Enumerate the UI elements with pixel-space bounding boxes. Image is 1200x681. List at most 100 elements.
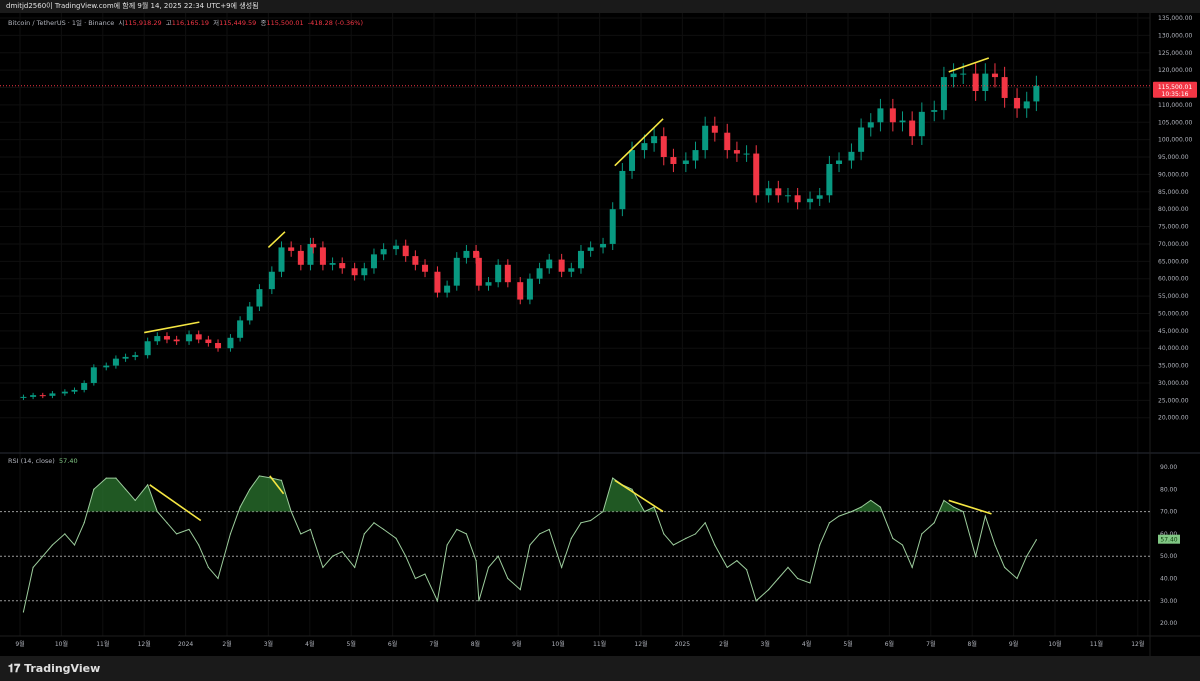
candle-body	[173, 339, 180, 342]
rsi-point	[892, 537, 894, 539]
candle-body	[495, 264, 502, 283]
time-tick-label: 2월	[222, 640, 231, 648]
rsi-point	[414, 577, 416, 580]
candle-body	[765, 188, 772, 196]
rsi-point	[736, 560, 738, 562]
price-tick-label: 40,000.00	[1158, 345, 1189, 352]
time-tick-label: 10월	[1048, 640, 1061, 648]
candle-body	[682, 160, 689, 164]
candle-body	[297, 250, 304, 265]
candle-body	[724, 132, 731, 151]
last-price-text: 115,500.01	[1158, 84, 1193, 91]
rsi-point	[446, 544, 448, 546]
rsi-point	[487, 566, 490, 568]
rsi-point	[631, 488, 633, 490]
rsi-point	[436, 600, 439, 602]
candle-body	[444, 285, 451, 293]
time-tick-label: 6월	[885, 640, 894, 648]
candle-body	[743, 153, 750, 155]
rsi-point	[787, 566, 789, 568]
change-value: -418.28 (-0.36%)	[307, 19, 364, 27]
rsi-point	[124, 488, 127, 490]
price-tick-label: 60,000.00	[1158, 276, 1189, 283]
time-tick-label: 9월	[512, 640, 521, 648]
rsi-name[interactable]: RSI (14, close)	[8, 457, 55, 465]
candle-body	[826, 163, 833, 196]
rsi-point	[373, 522, 375, 524]
candle-body	[577, 250, 584, 269]
price-tick-label: 135,000.00	[1158, 15, 1193, 22]
candle-body	[568, 268, 575, 272]
candle-body	[692, 150, 699, 161]
price-tick-label: 95,000.00	[1158, 154, 1189, 161]
rsi-point	[83, 522, 85, 524]
candle-body	[641, 143, 648, 151]
candle-body	[651, 136, 658, 144]
rsi-point	[685, 537, 687, 539]
price-tick-label: 70,000.00	[1158, 241, 1189, 248]
rsi-point	[850, 511, 853, 513]
rsi-point	[300, 533, 302, 535]
candle-body	[816, 195, 823, 199]
rsi-point	[32, 566, 34, 568]
time-tick-label: 11월	[1090, 640, 1103, 648]
rsi-point	[322, 566, 324, 568]
rsi-point	[1035, 539, 1037, 541]
rsi-point	[465, 533, 468, 535]
rsi-point	[590, 519, 592, 522]
candle-body	[49, 393, 56, 396]
candle-body	[526, 278, 533, 300]
price-tick-label: 35,000.00	[1158, 363, 1189, 370]
tradingview-logo[interactable]: 𝟏𝟕 TradingView	[8, 662, 100, 676]
time-tick-label: 2024	[178, 641, 193, 648]
time-tick-label: 2월	[719, 640, 728, 648]
rsi-point	[962, 511, 964, 513]
candle-body	[473, 250, 480, 258]
rsi-point	[507, 577, 509, 580]
candle-body	[702, 125, 709, 151]
candle-body	[753, 153, 760, 196]
close-value: 115,500.01	[266, 19, 304, 27]
candle-body	[103, 365, 110, 368]
time-tick-label: 9월	[1009, 640, 1018, 648]
rsi-point	[529, 544, 531, 546]
candle-body	[629, 150, 636, 171]
price-tick-label: 85,000.00	[1158, 189, 1189, 196]
rsi-point	[755, 600, 757, 602]
rsi-tick-label: 50.00	[1160, 553, 1177, 560]
rsi-point	[726, 566, 728, 568]
candle-body	[670, 157, 677, 164]
candle-body	[950, 73, 957, 78]
rsi-point	[105, 477, 107, 479]
candle-body	[20, 396, 27, 398]
rsi-point	[405, 555, 407, 557]
rsi-point	[548, 528, 550, 531]
rsi-point	[838, 515, 840, 517]
symbol-name[interactable]: Bitcoin / TetherUS · 1일 · Binance	[8, 19, 114, 27]
candle-body	[1033, 85, 1040, 102]
candle-body	[660, 136, 667, 158]
candle-body	[195, 334, 202, 340]
rsi-point	[694, 533, 697, 535]
rsi-point	[797, 577, 799, 580]
candle-body	[972, 73, 979, 91]
rsi-point	[475, 560, 477, 562]
rsi-point	[290, 511, 292, 513]
rsi-point	[911, 566, 913, 568]
rsi-point	[383, 528, 385, 531]
low-value: 115,449.59	[219, 19, 257, 27]
chart-canvas[interactable]: 135,000.00 130,000.00 125,000.00 120,000.00…	[0, 0, 1200, 656]
rsi-tick-label: 20.00	[1160, 620, 1177, 627]
candle-body	[237, 320, 244, 338]
candle-body	[154, 336, 161, 342]
rsi-point	[395, 537, 397, 539]
candle-body	[858, 127, 865, 152]
rsi-point	[217, 577, 219, 580]
candle-body	[310, 243, 317, 248]
candle-body	[587, 247, 594, 251]
rsi-point	[870, 499, 872, 502]
candle-body	[163, 336, 170, 340]
rsi-point	[166, 522, 168, 524]
rsi-tick-label: 30.00	[1160, 598, 1177, 605]
rsi-point	[156, 511, 158, 513]
